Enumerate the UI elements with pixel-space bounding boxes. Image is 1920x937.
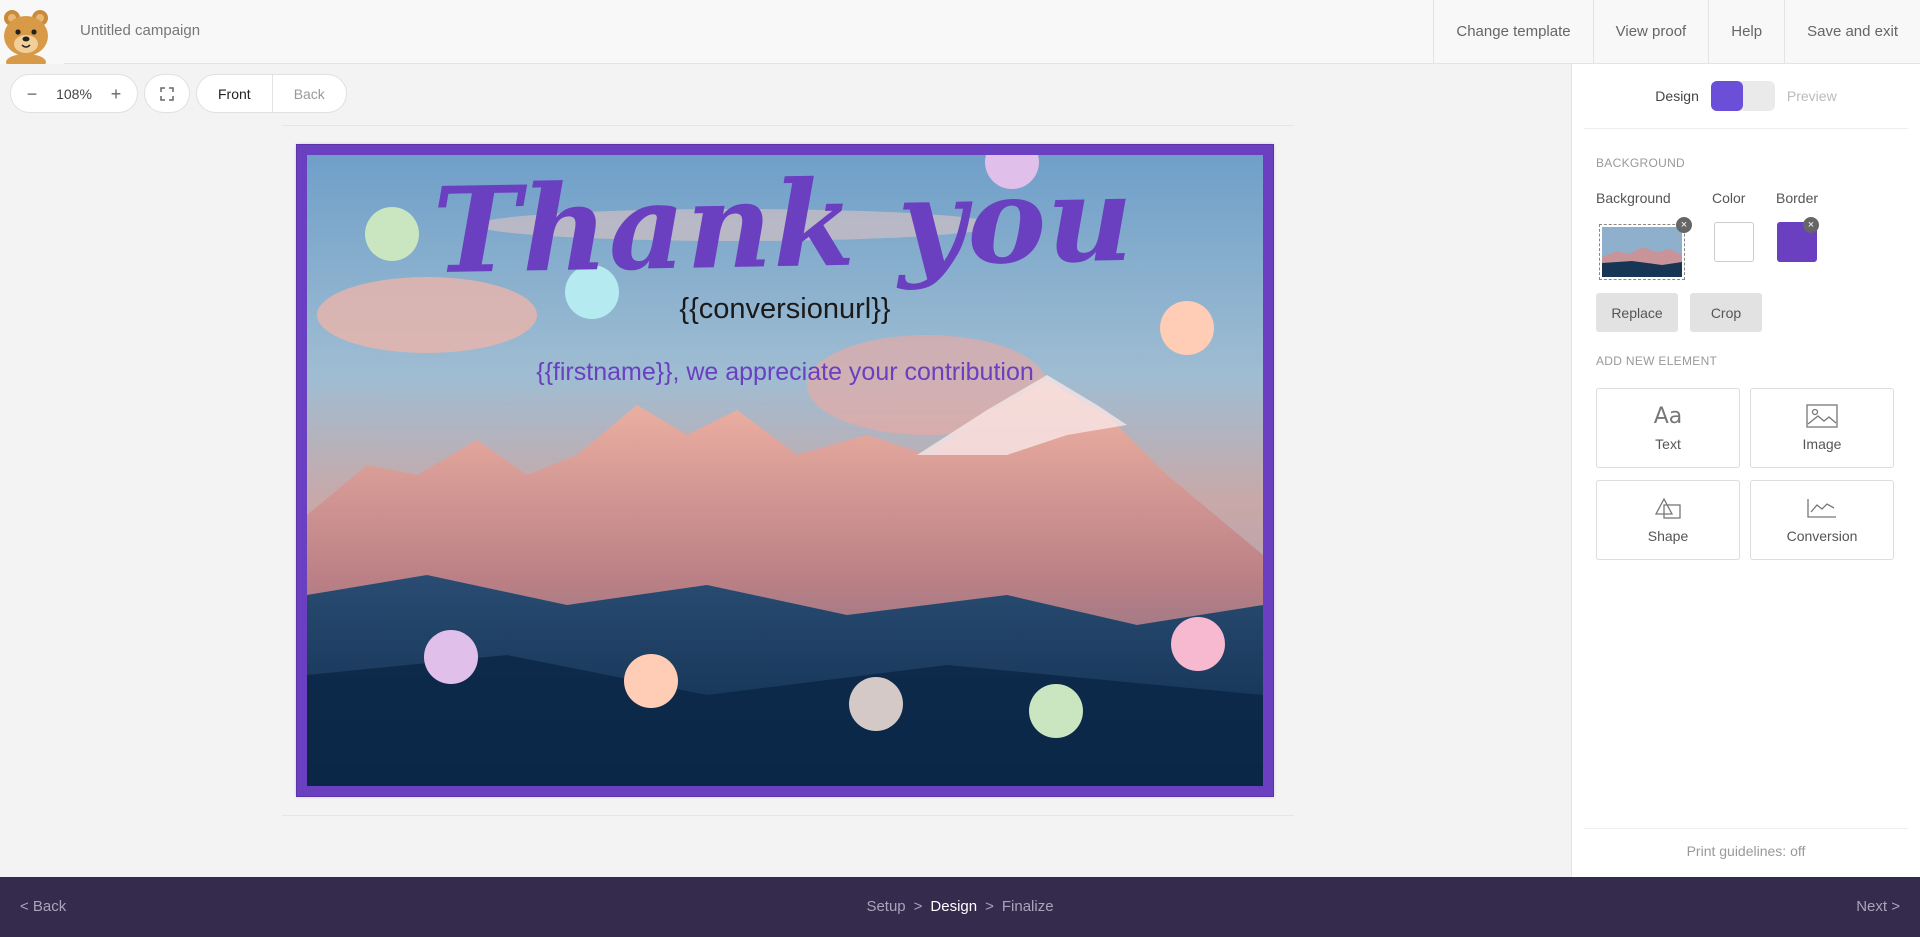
background-thumbnail[interactable] [1599, 224, 1685, 280]
design-preview-toggle[interactable] [1710, 81, 1775, 111]
add-element-section-heading: ADD NEW ELEMENT [1596, 354, 1718, 368]
design-mode-label[interactable]: Design [1655, 88, 1699, 104]
fullscreen-button[interactable] [144, 74, 190, 113]
step-breadcrumb: Setup > Design > Finalize [0, 898, 1920, 915]
decorative-dot[interactable] [849, 677, 903, 731]
shape-icon [1653, 496, 1683, 520]
postcard-canvas[interactable]: Thank you {{conversionurl}} {{firstname}… [296, 144, 1274, 797]
help-button[interactable]: Help [1708, 0, 1784, 63]
step-setup[interactable]: Setup [866, 898, 905, 915]
background-label: Background [1596, 190, 1671, 206]
step-separator: > [913, 898, 923, 915]
quokka-logo[interactable] [0, 0, 64, 64]
step-separator: > [985, 898, 994, 915]
conversion-url-text[interactable]: {{conversionurl}} [307, 293, 1263, 326]
app-header: Untitled campaign Change template View p… [0, 0, 1920, 64]
tile-label: Image [1802, 436, 1842, 452]
design-panel: Design Preview BACKGROUND Background Col… [1571, 64, 1920, 877]
add-conversion-button[interactable]: Conversion [1750, 480, 1894, 560]
tile-label: Shape [1647, 528, 1689, 544]
color-label: Color [1712, 190, 1746, 206]
preview-mode-label[interactable]: Preview [1787, 88, 1837, 104]
zoom-in-button[interactable]: + [109, 85, 123, 103]
zoom-level: 108% [56, 85, 92, 102]
decorative-dot[interactable] [365, 207, 419, 261]
background-thumbnail-image [1602, 227, 1682, 277]
headline-text[interactable]: Thank you [432, 155, 1135, 300]
fullscreen-icon [160, 86, 174, 101]
print-guide-top [282, 125, 1294, 126]
decorative-dot[interactable] [624, 654, 678, 708]
change-template-button[interactable]: Change template [1433, 0, 1592, 63]
next-button[interactable]: Next > [1856, 898, 1900, 915]
add-shape-button[interactable]: Shape [1596, 480, 1740, 560]
color-swatch[interactable] [1714, 222, 1754, 262]
remove-background-button[interactable]: × [1676, 217, 1692, 233]
add-image-button[interactable]: Image [1750, 388, 1894, 468]
decorative-dot[interactable] [1029, 684, 1083, 738]
crop-button[interactable]: Crop [1690, 293, 1762, 332]
remove-border-button[interactable]: × [1803, 217, 1819, 233]
appreciation-message-text[interactable]: {{firstname}}, we appreciate your contri… [307, 358, 1263, 387]
background-section-heading: BACKGROUND [1596, 156, 1686, 170]
toggle-knob [1710, 81, 1743, 111]
step-finalize[interactable]: Finalize [1002, 898, 1054, 915]
zoom-control: − 108% + [10, 74, 138, 113]
postcard-background[interactable]: Thank you {{conversionurl}} {{firstname}… [307, 155, 1263, 786]
view-proof-button[interactable]: View proof [1592, 0, 1709, 63]
text-icon: Aa [1653, 403, 1683, 429]
wizard-footer: < Back Setup > Design > Finalize Next > [0, 877, 1920, 937]
header-nav: Change template View proof Help Save and… [1433, 0, 1920, 63]
replace-button[interactable]: Replace [1596, 293, 1678, 332]
border-label: Border [1776, 190, 1819, 206]
tile-label: Conversion [1786, 528, 1858, 544]
conversion-chart-icon [1806, 496, 1838, 520]
decorative-dot[interactable] [1171, 617, 1225, 671]
tab-back[interactable]: Back [271, 75, 346, 112]
canvas-toolbar: − 108% + Front Back [10, 74, 347, 113]
add-text-button[interactable]: Aa Text [1596, 388, 1740, 468]
decorative-dot[interactable] [424, 630, 478, 684]
mode-switch-row: Design Preview [1584, 64, 1908, 129]
tab-front[interactable]: Front [197, 75, 272, 112]
print-guidelines-toggle[interactable]: Print guidelines: off [1584, 828, 1908, 859]
campaign-title[interactable]: Untitled campaign [80, 22, 200, 39]
card-side-switcher: Front Back [196, 74, 347, 113]
zoom-out-button[interactable]: − [25, 85, 39, 103]
image-icon [1806, 404, 1838, 428]
print-guide-bottom [282, 815, 1294, 816]
tile-label: Text [1655, 436, 1681, 452]
step-design[interactable]: Design [930, 898, 977, 915]
save-and-exit-button[interactable]: Save and exit [1784, 0, 1920, 63]
